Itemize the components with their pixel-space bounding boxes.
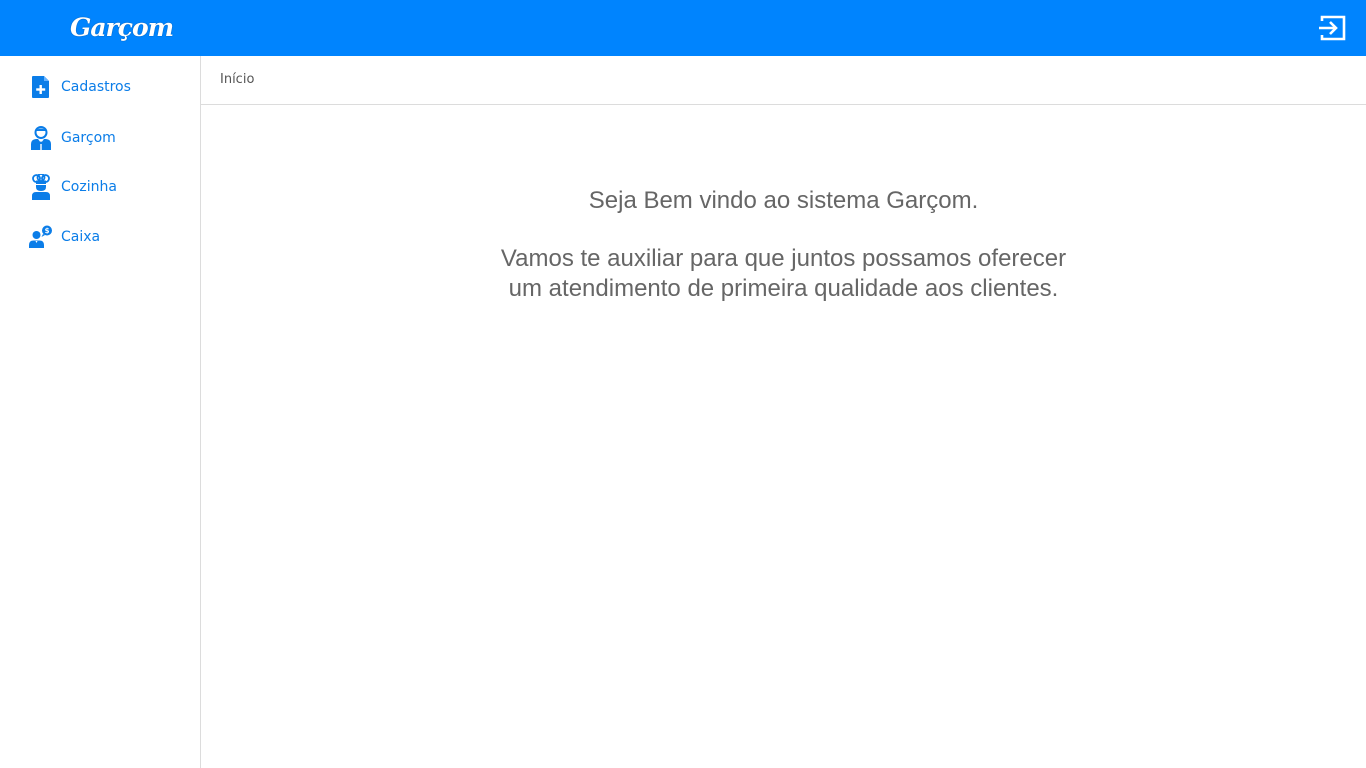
svg-text:$: $: [45, 227, 50, 235]
sidebar-item-label: Caixa: [61, 229, 101, 245]
welcome-text-line-1: Vamos te auxiliar para que juntos possam…: [500, 245, 1067, 272]
cashier-icon: $: [28, 224, 54, 250]
logout-button[interactable]: [1316, 11, 1350, 45]
sidebar-item-label: Garçom: [61, 130, 116, 146]
file-plus-icon: [28, 74, 54, 100]
top-bar: Garçom: [0, 0, 1366, 56]
app-logo[interactable]: Garçom: [70, 8, 174, 48]
breadcrumb-bar: Início: [201, 56, 1366, 105]
sidebar-item-cadastros[interactable]: Cadastros: [28, 72, 188, 102]
sidebar-item-cozinha[interactable]: Cozinha: [28, 172, 188, 202]
sidebar-item-caixa[interactable]: $ Caixa: [28, 222, 188, 252]
sidebar-item-garcom[interactable]: Garçom: [28, 123, 188, 153]
waiter-icon: [28, 125, 54, 151]
sidebar-item-label: Cadastros: [61, 79, 131, 95]
breadcrumb[interactable]: Início: [220, 72, 254, 87]
sidebar-item-label: Cozinha: [61, 179, 117, 195]
logout-icon: [1319, 15, 1346, 41]
welcome-title: Seja Bem vindo ao sistema Garçom.: [588, 187, 979, 214]
welcome-text-line-2: um atendimento de primeira qualidade aos…: [508, 275, 1059, 302]
chef-icon: [28, 174, 54, 200]
welcome-message: Seja Bem vindo ao sistema Garçom. Vamos …: [201, 186, 1366, 304]
sidebar: Cadastros Garçom Cozinha $ Caixa: [0, 56, 201, 768]
